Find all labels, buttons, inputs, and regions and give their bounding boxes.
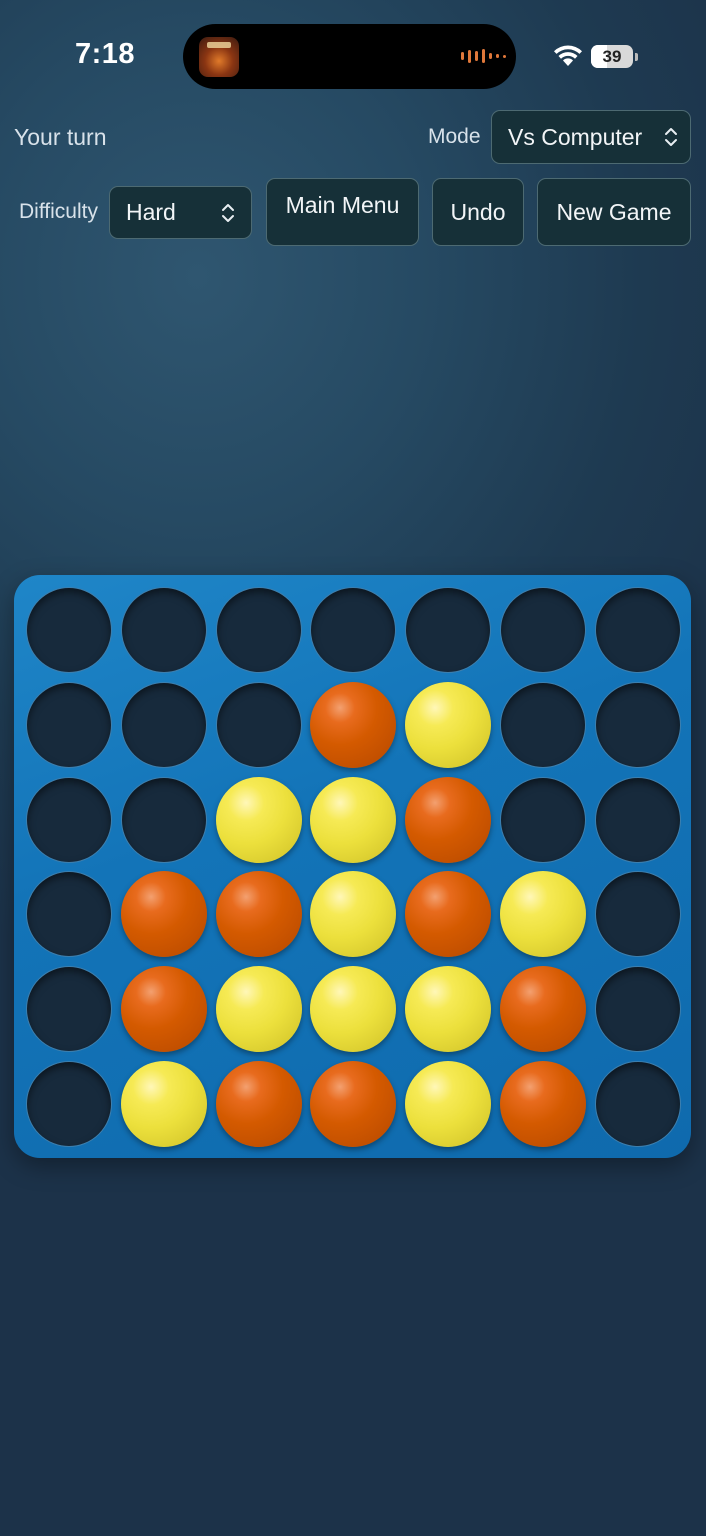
board-slot-empty[interactable] bbox=[594, 1061, 681, 1147]
board-slot-empty[interactable] bbox=[215, 681, 302, 768]
chevron-updown-icon bbox=[665, 128, 677, 146]
new-game-button[interactable]: New Game bbox=[537, 178, 691, 246]
undo-button[interactable]: Undo bbox=[432, 178, 524, 246]
disc-yellow[interactable] bbox=[405, 966, 492, 1053]
dynamic-island[interactable] bbox=[183, 24, 516, 89]
board-slot-empty[interactable] bbox=[594, 776, 681, 863]
board-slot-empty[interactable] bbox=[120, 587, 207, 673]
disc-yellow[interactable] bbox=[310, 871, 397, 958]
disc-yellow[interactable] bbox=[120, 1061, 207, 1147]
disc-red[interactable] bbox=[215, 1061, 302, 1147]
disc-red[interactable] bbox=[120, 871, 207, 958]
board-slot-empty[interactable] bbox=[500, 587, 586, 673]
board-slot-empty[interactable] bbox=[594, 871, 681, 958]
battery-icon: 39 bbox=[591, 45, 633, 68]
wifi-icon bbox=[554, 45, 582, 66]
board-slot-empty[interactable] bbox=[120, 681, 207, 768]
mode-value: Vs Computer bbox=[508, 123, 643, 150]
mode-label: Mode bbox=[428, 125, 481, 148]
board-slot-empty[interactable] bbox=[500, 776, 586, 863]
board-slot-empty[interactable] bbox=[594, 681, 681, 768]
status-time: 7:18 bbox=[75, 38, 136, 70]
disc-yellow[interactable] bbox=[405, 1061, 492, 1147]
board-slot-empty[interactable] bbox=[26, 681, 112, 768]
mode-select[interactable]: Vs Computer bbox=[491, 110, 691, 164]
disc-red[interactable] bbox=[215, 871, 302, 958]
board-slot-empty[interactable] bbox=[120, 776, 207, 863]
disc-red[interactable] bbox=[310, 681, 397, 768]
disc-red[interactable] bbox=[500, 1061, 586, 1147]
difficulty-value: Hard bbox=[126, 199, 176, 225]
disc-yellow[interactable] bbox=[215, 776, 302, 863]
app-thumbnail-icon bbox=[199, 37, 239, 77]
board-slot-empty[interactable] bbox=[26, 966, 112, 1053]
battery-level: 39 bbox=[602, 47, 622, 66]
board-slot-empty[interactable] bbox=[215, 587, 302, 673]
board-slot-empty[interactable] bbox=[26, 1061, 112, 1147]
audio-wave-icon bbox=[461, 49, 506, 63]
disc-red[interactable] bbox=[405, 776, 492, 863]
board-slot-empty[interactable] bbox=[26, 871, 112, 958]
disc-yellow[interactable] bbox=[310, 966, 397, 1053]
board-slot-empty[interactable] bbox=[500, 681, 586, 768]
disc-red[interactable] bbox=[405, 871, 492, 958]
turn-indicator: Your turn bbox=[14, 124, 107, 150]
board-slot-empty[interactable] bbox=[594, 966, 681, 1053]
battery-cap bbox=[635, 53, 638, 61]
disc-red[interactable] bbox=[500, 966, 586, 1053]
disc-yellow[interactable] bbox=[310, 776, 397, 863]
game-board[interactable] bbox=[14, 575, 691, 1158]
disc-yellow[interactable] bbox=[405, 681, 492, 768]
chevron-updown-icon bbox=[222, 203, 234, 222]
disc-red[interactable] bbox=[120, 966, 207, 1053]
disc-red[interactable] bbox=[310, 1061, 397, 1147]
board-slot-empty[interactable] bbox=[26, 776, 112, 863]
difficulty-label: Difficulty bbox=[19, 200, 98, 223]
disc-yellow[interactable] bbox=[500, 871, 586, 958]
disc-yellow[interactable] bbox=[215, 966, 302, 1053]
board-slot-empty[interactable] bbox=[26, 587, 112, 673]
board-slot-empty[interactable] bbox=[594, 587, 681, 673]
board-slot-empty[interactable] bbox=[310, 587, 397, 673]
board-slot-empty[interactable] bbox=[405, 587, 492, 673]
difficulty-select[interactable]: Hard bbox=[109, 186, 252, 239]
main-menu-button[interactable]: Main Menu bbox=[266, 178, 419, 246]
